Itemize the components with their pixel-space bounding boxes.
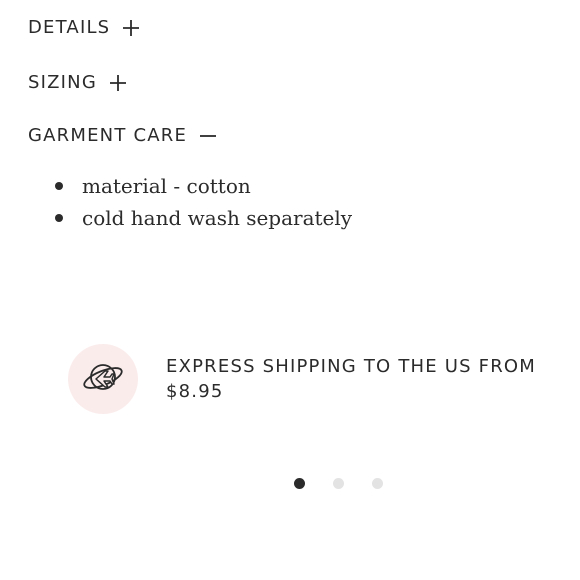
accordion-title-garment-care: GARMENT CARE <box>28 124 188 146</box>
accordion-title-sizing: SIZING <box>28 71 97 93</box>
carousel-dot-2[interactable] <box>333 478 344 489</box>
product-info-accordion: DETAILS SIZING GARMENT CARE <box>28 0 560 162</box>
minus-icon[interactable] <box>197 125 219 147</box>
list-item: cold hand wash separately <box>54 202 352 234</box>
plane-globe-icon <box>81 357 125 402</box>
accordion-header-sizing[interactable]: SIZING <box>28 56 560 109</box>
care-item-text: cold hand wash separately <box>82 206 353 230</box>
shipping-icon-badge <box>68 344 138 414</box>
accordion-header-garment-care[interactable]: GARMENT CARE <box>28 109 560 162</box>
accordion-title-details: DETAILS <box>28 17 111 38</box>
garment-care-list: material - cotton cold hand wash separat… <box>54 170 352 234</box>
shipping-price: $8.95 <box>166 381 224 402</box>
carousel-dot-3[interactable] <box>372 478 383 489</box>
care-item-text: material - cotton <box>82 174 251 198</box>
bullet-icon <box>55 214 63 222</box>
plus-icon[interactable] <box>120 17 142 39</box>
shipping-text: EXPRESS SHIPPING TO THE US FROM $8.95 <box>166 354 568 404</box>
plus-icon[interactable] <box>107 72 129 94</box>
accordion-header-details[interactable]: DETAILS <box>28 0 560 56</box>
carousel-pagination <box>294 478 383 489</box>
shipping-info: EXPRESS SHIPPING TO THE US FROM $8.95 <box>68 344 568 414</box>
shipping-line-1: EXPRESS SHIPPING TO THE US FROM <box>166 356 537 377</box>
list-item: material - cotton <box>54 170 352 202</box>
carousel-dot-1[interactable] <box>294 478 305 489</box>
bullet-icon <box>55 182 63 190</box>
